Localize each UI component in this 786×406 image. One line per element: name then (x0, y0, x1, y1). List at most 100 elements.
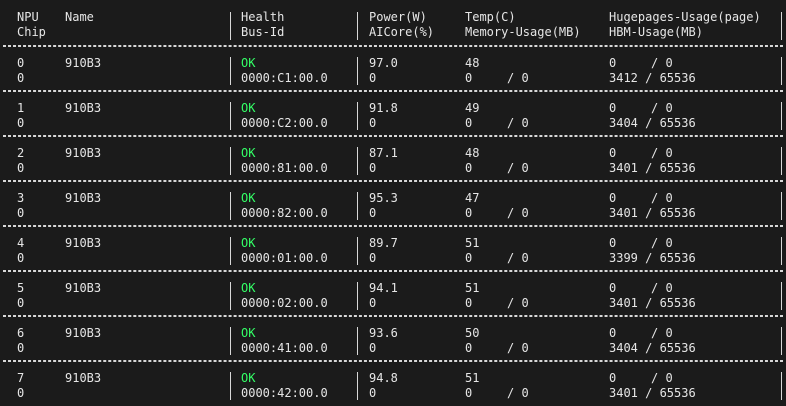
row-separator (3, 90, 783, 92)
header-separator (230, 12, 231, 40)
header-bus-id: Bus-Id (241, 25, 285, 39)
hugepages-used: 0 (609, 146, 617, 160)
hbm-usage-value: 3412 / 65536 (609, 71, 696, 85)
bus-id-value: 0000:01:00.0 (241, 251, 328, 265)
npu-index: 7 (17, 371, 25, 385)
aicore-value: 0 (369, 296, 377, 310)
row-separator (3, 225, 783, 227)
table-right-border (781, 327, 782, 355)
memory-used: 0 (465, 206, 473, 220)
memory-total: / 0 (507, 161, 529, 175)
column-separator (230, 147, 231, 175)
chip-index: 0 (17, 116, 25, 130)
hugepages-total: / 0 (651, 146, 673, 160)
device-name: 910B3 (65, 56, 102, 70)
column-separator (230, 102, 231, 130)
power-value: 95.3 (369, 191, 398, 205)
column-separator (357, 102, 358, 130)
bus-id-value: 0000:42:00.0 (241, 386, 328, 400)
chip-index: 0 (17, 71, 25, 85)
npu-index: 0 (17, 56, 25, 70)
column-separator (230, 372, 231, 400)
memory-total: / 0 (507, 116, 529, 130)
hugepages-total: / 0 (651, 371, 673, 385)
health-status: OK (241, 191, 256, 205)
table-right-border (781, 12, 782, 40)
device-name: 910B3 (65, 191, 102, 205)
power-value: 97.0 (369, 56, 398, 70)
power-value: 94.8 (369, 371, 398, 385)
header-name: Name (65, 10, 94, 24)
column-separator (357, 327, 358, 355)
bus-id-value: 0000:C1:00.0 (241, 71, 328, 85)
row-separator (3, 315, 783, 317)
row-separator (3, 270, 783, 272)
hbm-usage-value: 3401 / 65536 (609, 161, 696, 175)
terminal-window: NPU Chip Name Health Bus-Id Power(W) AIC… (0, 0, 786, 406)
column-separator (357, 282, 358, 310)
hugepages-total: / 0 (651, 191, 673, 205)
memory-total: / 0 (507, 71, 529, 85)
chip-index: 0 (17, 386, 25, 400)
health-status: OK (241, 371, 256, 385)
temp-value: 48 (465, 146, 480, 160)
header-power: Power(W) (369, 10, 427, 24)
row-separator (3, 135, 783, 137)
column-separator (230, 327, 231, 355)
column-separator (357, 237, 358, 265)
memory-used: 0 (465, 386, 473, 400)
column-separator (357, 147, 358, 175)
hugepages-total: / 0 (651, 326, 673, 340)
hugepages-used: 0 (609, 281, 617, 295)
health-status: OK (241, 56, 256, 70)
hbm-usage-value: 3401 / 65536 (609, 296, 696, 310)
aicore-value: 0 (369, 116, 377, 130)
hugepages-total: / 0 (651, 281, 673, 295)
health-status: OK (241, 101, 256, 115)
memory-used: 0 (465, 251, 473, 265)
health-status: OK (241, 146, 256, 160)
device-name: 910B3 (65, 101, 102, 115)
bus-id-value: 0000:81:00.0 (241, 161, 328, 175)
table-right-border (781, 282, 782, 310)
hugepages-used: 0 (609, 326, 617, 340)
temp-value: 51 (465, 281, 480, 295)
power-value: 94.1 (369, 281, 398, 295)
npu-index: 4 (17, 236, 25, 250)
memory-total: / 0 (507, 296, 529, 310)
aicore-value: 0 (369, 341, 377, 355)
power-value: 93.6 (369, 326, 398, 340)
health-status: OK (241, 326, 256, 340)
column-separator (230, 237, 231, 265)
header-npu: NPU (17, 10, 39, 24)
hugepages-total: / 0 (651, 101, 673, 115)
power-value: 89.7 (369, 236, 398, 250)
row-separator (3, 360, 783, 362)
aicore-value: 0 (369, 161, 377, 175)
memory-total: / 0 (507, 386, 529, 400)
column-separator (230, 57, 231, 85)
table-right-border (781, 372, 782, 400)
aicore-value: 0 (369, 386, 377, 400)
hbm-usage-value: 3401 / 65536 (609, 206, 696, 220)
aicore-value: 0 (369, 71, 377, 85)
column-separator (357, 192, 358, 220)
temp-value: 47 (465, 191, 480, 205)
power-value: 87.1 (369, 146, 398, 160)
chip-index: 0 (17, 296, 25, 310)
health-status: OK (241, 236, 256, 250)
memory-used: 0 (465, 341, 473, 355)
npu-index: 2 (17, 146, 25, 160)
memory-used: 0 (465, 71, 473, 85)
aicore-value: 0 (369, 251, 377, 265)
memory-used: 0 (465, 161, 473, 175)
device-name: 910B3 (65, 326, 102, 340)
hbm-usage-value: 3404 / 65536 (609, 116, 696, 130)
header-hbm-usage: HBM-Usage(MB) (609, 25, 703, 39)
row-separator (3, 180, 783, 182)
npu-index: 6 (17, 326, 25, 340)
hugepages-used: 0 (609, 236, 617, 250)
temp-value: 51 (465, 236, 480, 250)
header-memory-usage: Memory-Usage(MB) (465, 25, 581, 39)
hbm-usage-value: 3401 / 65536 (609, 386, 696, 400)
